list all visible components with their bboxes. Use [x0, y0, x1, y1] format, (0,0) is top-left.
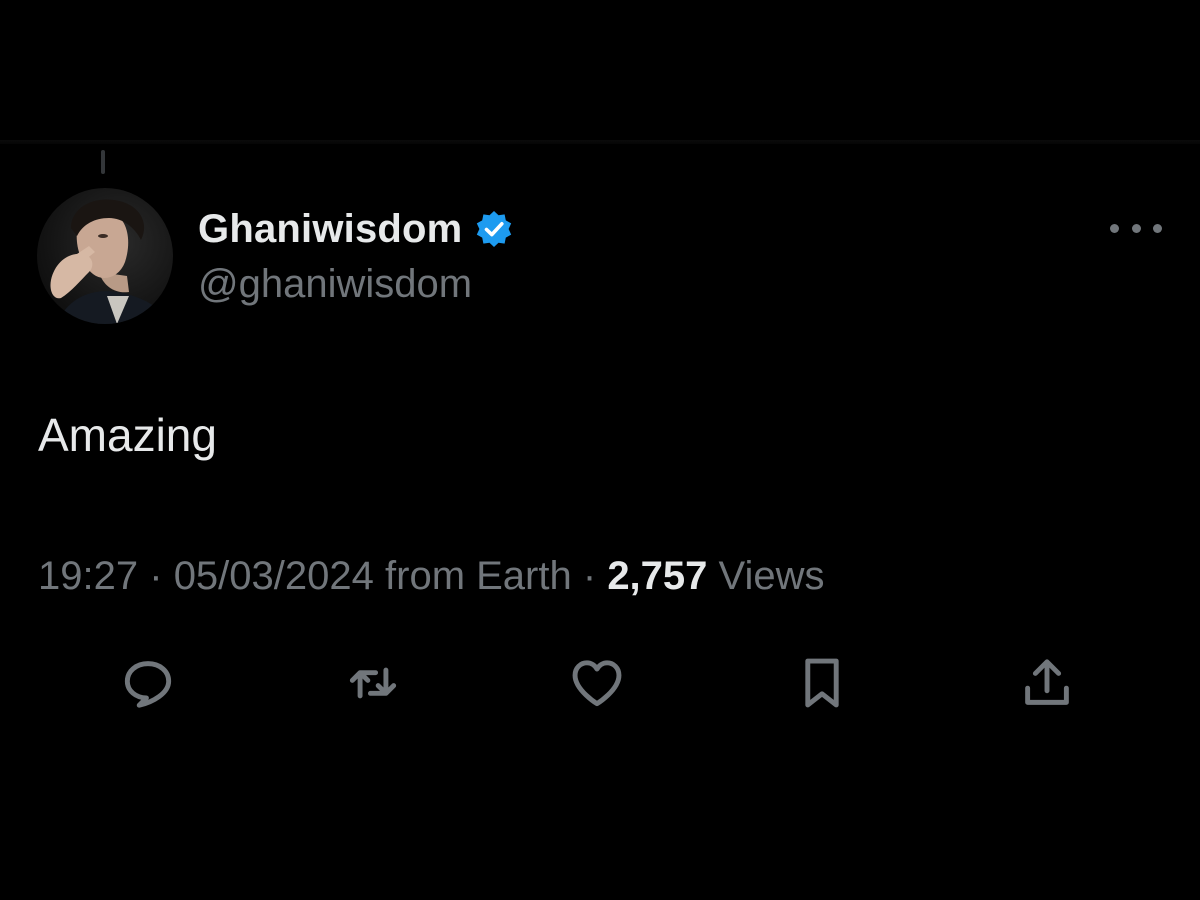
- tweet-date[interactable]: 05/03/2024: [174, 554, 374, 598]
- avatar-image: [50, 199, 173, 324]
- views-count[interactable]: 2,757: [607, 554, 707, 598]
- share-icon: [1025, 659, 1069, 705]
- bookmark-icon: [805, 658, 839, 708]
- tweet-time[interactable]: 19:27: [38, 554, 138, 598]
- author-handle[interactable]: @ghaniwisdom: [198, 262, 472, 307]
- more-dot: [1153, 223, 1162, 233]
- retweet-button[interactable]: [338, 648, 408, 718]
- views-label[interactable]: Views: [719, 554, 825, 598]
- display-name-text[interactable]: Ghaniwisdom: [198, 207, 462, 252]
- verified-badge-icon[interactable]: [474, 209, 514, 249]
- tweet-text: Amazing: [38, 409, 217, 461]
- top-divider: [0, 140, 1200, 144]
- bookmark-button[interactable]: [787, 648, 857, 718]
- share-button[interactable]: [1012, 648, 1082, 718]
- heart-icon: [572, 660, 622, 707]
- more-dot: [1110, 223, 1119, 233]
- more-dot: [1131, 223, 1141, 233]
- more-options-icon[interactable]: [1110, 214, 1162, 242]
- retweet-icon: [349, 667, 397, 699]
- reply-icon: [124, 661, 172, 708]
- thread-connector-line: [101, 150, 105, 174]
- reply-button[interactable]: [113, 648, 183, 718]
- like-button[interactable]: [562, 648, 632, 718]
- meta-separator: ·: [149, 554, 163, 598]
- tweet-actions-bar: [0, 648, 1200, 718]
- avatar[interactable]: [37, 188, 173, 324]
- tweet-source: from Earth: [385, 554, 572, 598]
- author-display-name[interactable]: Ghaniwisdom: [198, 204, 514, 254]
- tweet-meta: 19:27 · 05/03/2024 from Earth · 2,757 Vi…: [38, 554, 825, 599]
- meta-separator: ·: [582, 554, 597, 598]
